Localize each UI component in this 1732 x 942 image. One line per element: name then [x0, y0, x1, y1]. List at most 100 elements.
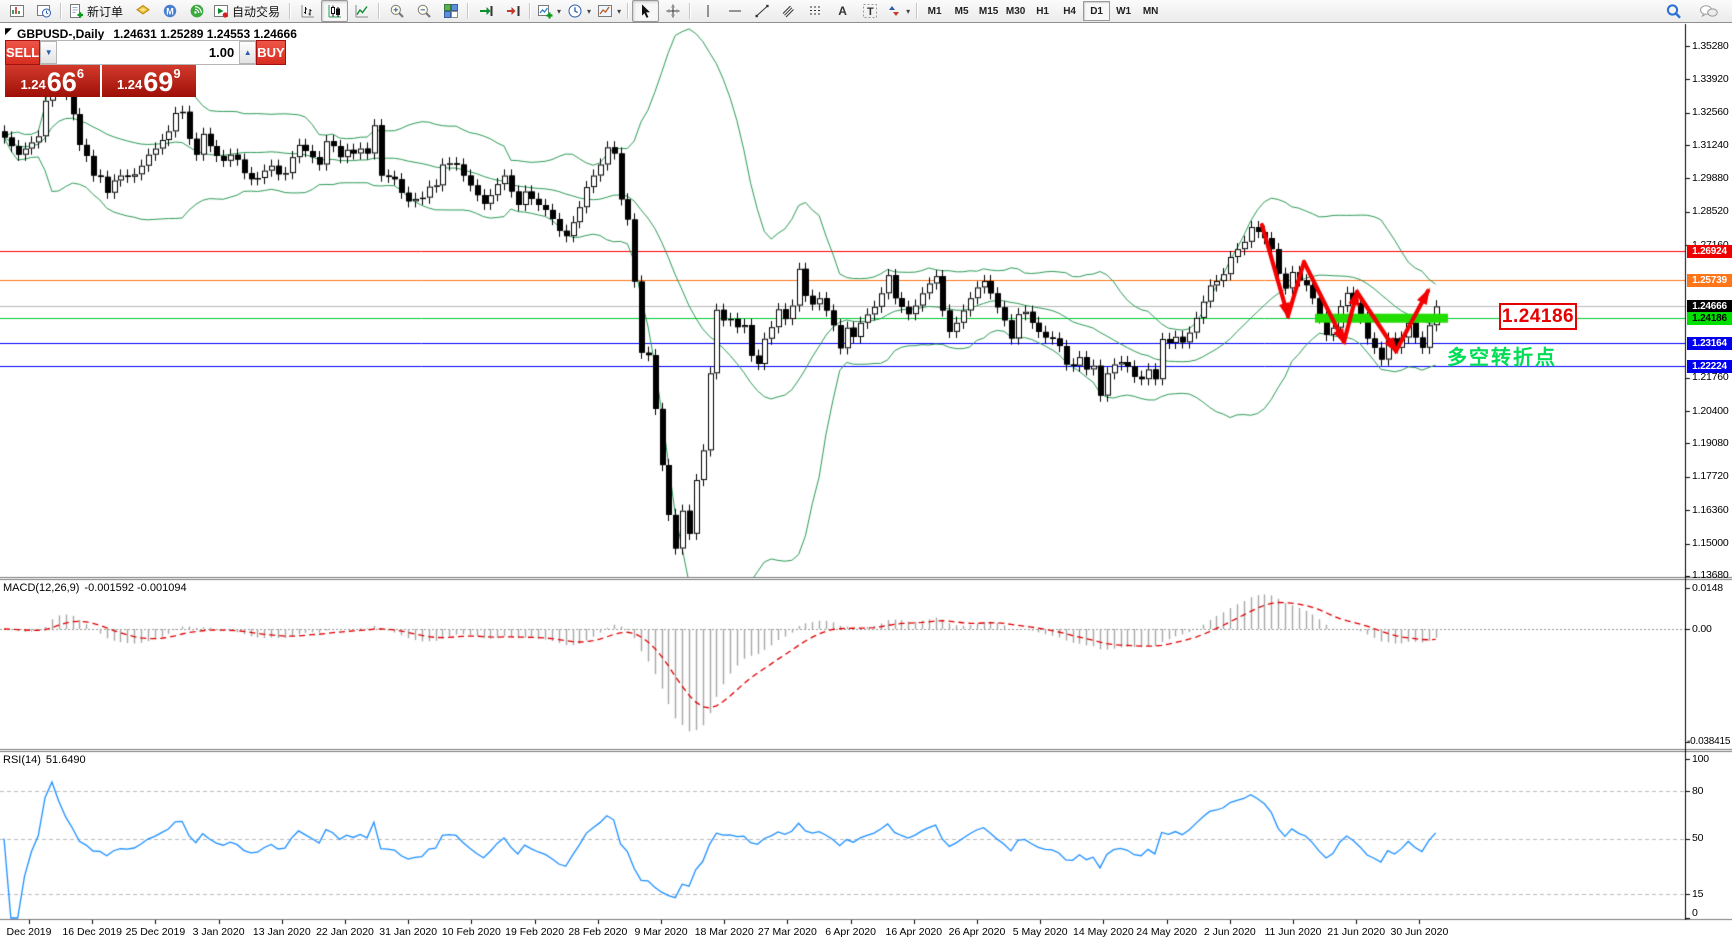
- auto-scroll-button[interactable]: [472, 0, 499, 22]
- sell-price-quote[interactable]: 1.24 66 6: [5, 65, 100, 97]
- profiles-button[interactable]: [30, 0, 57, 22]
- new-chart-icon: [9, 5, 24, 17]
- timeframe-m5-button[interactable]: M5: [948, 1, 975, 21]
- autotrade-label: 自动交易: [232, 4, 281, 19]
- bar-chart-icon: [301, 5, 314, 18]
- chevron-down-icon: ▾: [587, 6, 592, 16]
- macd-indicator-label: MACD(12,26,9) -0.001592 -0.001094: [3, 582, 187, 594]
- periods-button[interactable]: ▾: [564, 0, 594, 22]
- sell-price-small: 1.24: [20, 77, 46, 92]
- line-chart-button[interactable]: [348, 0, 375, 22]
- horizontal-line-tool-button[interactable]: [721, 0, 748, 22]
- volume-stepper: ▼ ▲: [40, 40, 257, 65]
- new-order-label: 新订单: [87, 4, 124, 19]
- sell-price-big: 66: [46, 67, 77, 97]
- equidistant-channel-icon: [782, 5, 794, 18]
- profiles-icon: [36, 5, 51, 18]
- arrows-icon: [889, 6, 900, 16]
- chart-symbol-period: GBPUSD-,Daily: [17, 27, 105, 41]
- search-icon: [1666, 3, 1681, 19]
- sell-price-pip: 6: [76, 66, 85, 81]
- rsi-value: 51.6490: [45, 754, 86, 766]
- tile-windows-button[interactable]: [437, 0, 464, 22]
- trendline-tool-button[interactable]: [748, 0, 775, 22]
- search-button[interactable]: [1660, 0, 1687, 22]
- volume-decrease-button[interactable]: ▼: [40, 41, 58, 64]
- autotrade-icon: [214, 5, 229, 18]
- chart-shift-button[interactable]: [499, 0, 526, 22]
- auto-scroll-icon: [479, 6, 493, 16]
- indicators-button[interactable]: ▾: [534, 0, 564, 22]
- zoom-out-icon: [417, 4, 431, 18]
- chat-icon: [1699, 4, 1718, 17]
- crosshair-tool-button[interactable]: [659, 0, 686, 22]
- zoom-out-button[interactable]: [410, 0, 437, 22]
- buy-price-big: 69: [143, 67, 174, 97]
- chart-shift-icon: [506, 6, 520, 16]
- vertical-line-icon: [707, 5, 709, 17]
- cursor-tool-button[interactable]: [632, 0, 660, 22]
- text-tool-button[interactable]: A: [829, 0, 856, 22]
- timeframe-m15-button[interactable]: M15: [975, 1, 1002, 21]
- equidistant-channel-tool-button[interactable]: [775, 0, 802, 22]
- new-order-icon: [70, 4, 83, 18]
- chevron-down-icon: ▾: [557, 6, 562, 16]
- one-click-trading-panel: SELL ▼ ▲ BUY 1.24666 1.24699: [5, 40, 286, 97]
- arrows-tool-button[interactable]: ▾: [883, 0, 913, 22]
- templates-button[interactable]: ▾: [594, 0, 624, 22]
- chat-button[interactable]: [1695, 0, 1722, 22]
- chevron-down-icon: ▾: [617, 6, 622, 16]
- chart-title: GBPUSD-,Daily 1.24631 1.25289 1.24553 1.2…: [17, 27, 297, 41]
- chevron-down-icon: ▾: [906, 6, 911, 16]
- price-tag-label[interactable]: 1.24186: [1499, 303, 1577, 330]
- annotation-note-text[interactable]: 多空转折点: [1447, 341, 1557, 370]
- timeframe-m1-button[interactable]: M1: [921, 1, 948, 21]
- community-button[interactable]: M: [156, 0, 183, 22]
- timeframe-m30-button[interactable]: M30: [1002, 1, 1029, 21]
- timeframe-w1-button[interactable]: W1: [1110, 1, 1137, 21]
- toolbar-separator: [916, 3, 919, 19]
- volume-increase-button[interactable]: ▲: [239, 41, 257, 64]
- volume-input[interactable]: [57, 41, 240, 64]
- rsi-name: RSI(14): [3, 754, 41, 766]
- timeframe-group: M1 M5 M15 M30 H1 H4 D1 W1 MN: [921, 1, 1164, 21]
- zoom-in-button[interactable]: [383, 0, 410, 22]
- svg-text:M: M: [166, 6, 174, 16]
- line-chart-icon: [355, 5, 368, 18]
- toolbar-separator: [378, 3, 381, 19]
- bar-chart-button[interactable]: [294, 0, 321, 22]
- svg-text:T: T: [867, 6, 874, 18]
- object-anchor-icon: ◤: [5, 26, 12, 36]
- chart-canvas[interactable]: [0, 0, 1732, 942]
- signals-button[interactable]: [183, 0, 210, 22]
- timeframe-d1-button[interactable]: D1: [1083, 1, 1111, 21]
- buy-price-quote[interactable]: 1.24 69 9: [101, 65, 196, 97]
- text-label-icon: T: [862, 4, 877, 18]
- autotrade-button[interactable]: 自动交易: [210, 0, 286, 22]
- navigator-button[interactable]: [129, 0, 156, 22]
- toolbar-separator: [60, 3, 62, 19]
- navigator-icon: [135, 4, 150, 15]
- tile-windows-icon: [443, 4, 458, 18]
- candlestick-chart-icon: [328, 5, 341, 18]
- toolbar-separator: [689, 3, 692, 19]
- toolbar: 新订单 M 自动交易 ▾ ▾ ▾ A T ▾ M1 M5 M15 M30 H1 H4 D1 W…: [0, 0, 1732, 23]
- new-chart-button[interactable]: [3, 0, 30, 22]
- vertical-line-tool-button[interactable]: [694, 0, 721, 22]
- text-label-tool-button[interactable]: T: [856, 0, 883, 22]
- timeframe-mn-button[interactable]: MN: [1137, 1, 1164, 21]
- toolbar-separator: [627, 3, 630, 19]
- timeframe-h1-button[interactable]: H1: [1029, 1, 1056, 21]
- rsi-indicator-label: RSI(14) 51.6490: [3, 754, 86, 766]
- candlestick-chart-button[interactable]: [321, 0, 349, 22]
- indicators-icon: [538, 5, 553, 19]
- fibonacci-icon: [809, 6, 822, 15]
- signals-icon: [190, 4, 203, 18]
- sell-button[interactable]: SELL: [5, 40, 41, 65]
- timeframe-h4-button[interactable]: H4: [1056, 1, 1083, 21]
- fibonacci-tool-button[interactable]: [802, 0, 829, 22]
- buy-button[interactable]: BUY: [256, 40, 286, 65]
- trendline-icon: [755, 4, 769, 18]
- new-order-button[interactable]: 新订单: [65, 0, 129, 22]
- clock-icon: [568, 4, 582, 18]
